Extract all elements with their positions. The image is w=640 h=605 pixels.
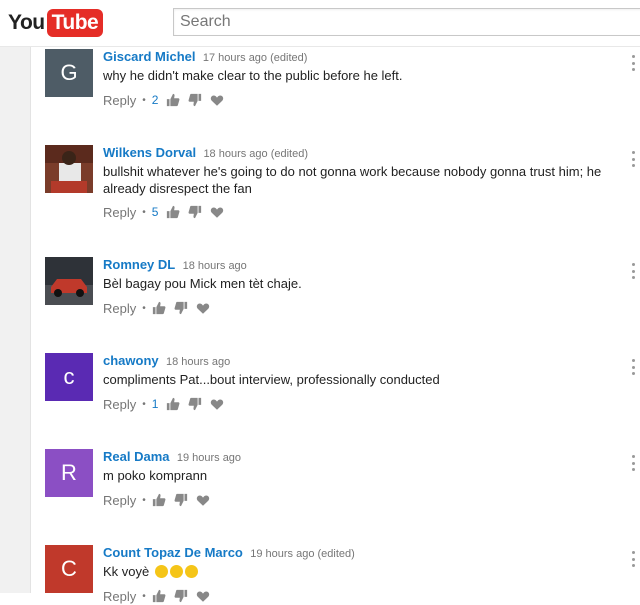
more-options-icon[interactable] <box>632 455 638 471</box>
avatar-photo <box>45 145 93 193</box>
thumbs-down-icon[interactable] <box>174 493 188 507</box>
author-name[interactable]: Giscard Michel <box>103 49 195 64</box>
timestamp[interactable]: 17 hours ago (edited) <box>203 52 308 64</box>
heart-icon[interactable] <box>210 93 224 107</box>
thumbs-up-icon[interactable] <box>166 397 180 411</box>
comment-text-content: Kk voyè <box>103 564 150 579</box>
thumbs-up-icon[interactable] <box>152 493 166 507</box>
heart-icon[interactable] <box>210 205 224 219</box>
thumbs-up-icon[interactable] <box>166 205 180 219</box>
laughing-emoji-icon <box>184 565 198 578</box>
avatar[interactable]: C <box>45 545 93 593</box>
reply-button[interactable]: Reply <box>103 205 136 220</box>
author-name[interactable]: chawony <box>103 353 159 368</box>
comment-header: Romney DL 18 hours ago <box>103 257 247 272</box>
logo-tube-text: Tube <box>46 9 104 37</box>
comment-text: compliments Pat...bout interview, profes… <box>103 372 440 387</box>
comment-header: Giscard Michel 17 hours ago (edited) <box>103 49 307 64</box>
avatar-letter: c <box>63 364 75 389</box>
author-name[interactable]: Wilkens Dorval <box>103 145 196 160</box>
thumbs-down-icon[interactable] <box>188 93 202 107</box>
separator-dot: • <box>142 94 146 106</box>
comment-header: chawony 18 hours ago <box>103 353 230 368</box>
comment-text: why he didn't make clear to the public b… <box>103 68 403 83</box>
avatar[interactable]: c <box>45 353 93 401</box>
heart-icon[interactable] <box>210 397 224 411</box>
left-gutter <box>0 47 31 593</box>
separator-dot: • <box>142 590 146 602</box>
heart-icon[interactable] <box>196 301 210 315</box>
thumbs-up-icon[interactable] <box>166 93 180 107</box>
comment-actions: Reply • <box>103 299 218 317</box>
author-name[interactable]: Real Dama <box>103 449 169 464</box>
author-name[interactable]: Count Topaz De Marco <box>103 545 243 560</box>
reply-button[interactable]: Reply <box>103 589 136 604</box>
separator-dot: • <box>142 398 146 410</box>
more-options-icon[interactable] <box>632 263 638 279</box>
comment-actions: Reply • 5 <box>103 203 232 221</box>
separator-dot: • <box>142 206 146 218</box>
youtube-logo[interactable]: You Tube <box>8 9 104 37</box>
more-options-icon[interactable] <box>632 151 638 167</box>
comment-text: bullshit whatever he's going to do not g… <box>103 164 602 196</box>
comment-actions: Reply • 2 <box>103 91 232 109</box>
separator-dot: • <box>142 302 146 314</box>
avatar[interactable]: R <box>45 449 93 497</box>
timestamp[interactable]: 19 hours ago (edited) <box>250 548 355 560</box>
comment-text: m poko komprann <box>103 468 208 483</box>
like-count: 5 <box>151 205 159 219</box>
avatar-letter: G <box>60 60 78 85</box>
author-name[interactable]: Romney DL <box>103 257 175 272</box>
avatar[interactable]: G <box>45 49 93 97</box>
heart-icon[interactable] <box>196 493 210 507</box>
comment-header: Count Topaz De Marco 19 hours ago (edite… <box>103 545 355 560</box>
separator-dot: • <box>142 494 146 506</box>
heart-icon[interactable] <box>196 589 210 603</box>
timestamp[interactable]: 19 hours ago <box>177 452 241 464</box>
comment-actions: Reply • <box>103 491 218 509</box>
thumbs-up-icon[interactable] <box>152 301 166 315</box>
reply-button[interactable]: Reply <box>103 93 136 108</box>
avatar-letter: C <box>61 556 77 581</box>
thumbs-down-icon[interactable] <box>188 397 202 411</box>
logo-you-text: You <box>8 11 45 34</box>
like-count: 1 <box>151 397 159 411</box>
comment-actions: Reply • 1 <box>103 395 232 413</box>
more-options-icon[interactable] <box>632 551 638 567</box>
comment-actions: Reply • <box>103 587 218 605</box>
comment-text: Kk voyè <box>103 563 613 580</box>
reply-button[interactable]: Reply <box>103 301 136 316</box>
reply-button[interactable]: Reply <box>103 397 136 412</box>
timestamp[interactable]: 18 hours ago (edited) <box>203 148 308 160</box>
thumbs-down-icon[interactable] <box>174 301 188 315</box>
more-options-icon[interactable] <box>632 359 638 375</box>
search-box[interactable] <box>173 8 640 36</box>
comment-header: Real Dama 19 hours ago <box>103 449 241 464</box>
laughing-emoji-icon <box>169 565 183 578</box>
avatar-photo <box>45 257 93 305</box>
reply-button[interactable]: Reply <box>103 493 136 508</box>
thumbs-down-icon[interactable] <box>174 589 188 603</box>
like-count: 2 <box>151 93 159 107</box>
timestamp[interactable]: 18 hours ago <box>166 356 230 368</box>
avatar[interactable] <box>45 145 93 193</box>
comment-text: Bèl bagay pou Mick men tèt chaje. <box>103 276 302 291</box>
thumbs-down-icon[interactable] <box>188 205 202 219</box>
avatar[interactable] <box>45 257 93 305</box>
masthead: You Tube <box>0 0 640 47</box>
laughing-emoji-icon <box>154 565 168 578</box>
more-options-icon[interactable] <box>632 55 638 71</box>
comment-header: Wilkens Dorval 18 hours ago (edited) <box>103 145 308 160</box>
avatar-letter: R <box>61 460 77 485</box>
timestamp[interactable]: 18 hours ago <box>183 260 247 272</box>
thumbs-up-icon[interactable] <box>152 589 166 603</box>
search-input[interactable] <box>174 9 640 35</box>
